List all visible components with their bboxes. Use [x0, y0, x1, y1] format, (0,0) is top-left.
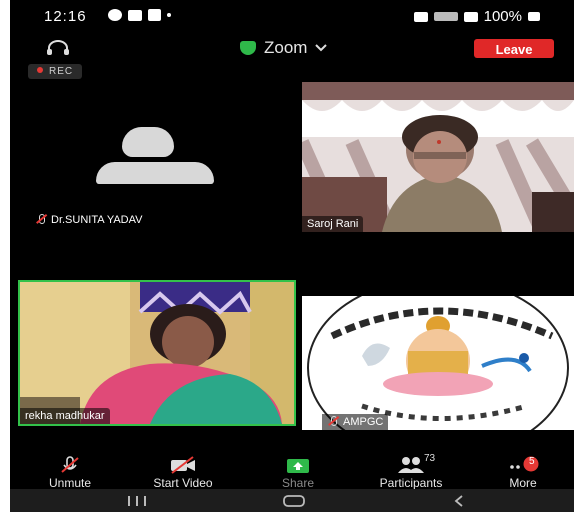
share-label: Share: [281, 476, 315, 490]
mic-muted-icon: [327, 416, 339, 426]
participant-tile[interactable]: AMPGC: [302, 296, 574, 430]
recording-label: REC: [49, 66, 74, 77]
more-icon: 5: [482, 455, 564, 475]
participant-name: Dr.SUNITA YADAV: [51, 214, 143, 226]
start-video-button[interactable]: Start Video: [138, 455, 228, 490]
more-label: More: [509, 476, 537, 490]
participants-button[interactable]: 73 Participants: [366, 453, 456, 490]
home-icon[interactable]: [282, 494, 306, 508]
start-video-label: Start Video: [153, 476, 213, 490]
mic-off-icon: [25, 455, 115, 475]
meeting-title-text: Zoom: [264, 38, 308, 57]
participant-name-label: Dr.SUNITA YADAV: [30, 212, 148, 228]
chevron-down-icon: [315, 44, 328, 52]
notification-icons: [108, 9, 171, 21]
message-icon: [128, 9, 142, 21]
active-speaker-tile[interactable]: rekha madhukar: [18, 280, 296, 426]
participant-tile[interactable]: Dr.SUNITA YADAV: [10, 82, 300, 232]
battery-icon: [528, 12, 540, 21]
recent-apps-icon[interactable]: [126, 495, 148, 507]
meeting-toolbar: Unmute Start Video Share 73 Participants: [10, 453, 574, 490]
unmute-button[interactable]: Unmute: [25, 455, 115, 490]
signal-icon: [413, 11, 428, 22]
more-badge: 5: [529, 456, 535, 467]
cellular-icon: [463, 11, 478, 22]
video-feed: [20, 282, 294, 424]
battery-percent: 100%: [483, 8, 522, 25]
share-button[interactable]: Share: [253, 455, 343, 490]
leave-button[interactable]: Leave: [474, 39, 554, 58]
zoom-meeting-screen: 12:16 100% Zoom Leave REC Dr.SUNITA YADA…: [10, 0, 574, 512]
college-logo: [302, 296, 574, 430]
facebook-icon: [148, 9, 161, 21]
status-time: 12:16: [44, 8, 87, 25]
shield-icon: [240, 41, 256, 55]
unmute-label: Unmute: [48, 476, 92, 490]
recording-dot-icon: [37, 67, 43, 73]
meeting-title[interactable]: Zoom: [240, 38, 328, 58]
video-feed: [302, 82, 574, 232]
android-nav-bar: [10, 489, 574, 512]
participant-tile[interactable]: Saroj Rani: [302, 82, 574, 232]
participant-name-label: AMPGC: [322, 414, 389, 430]
participants-icon: 73: [366, 453, 456, 475]
status-right: 100%: [413, 8, 540, 25]
participants-count: 73: [424, 453, 436, 464]
network-speed-icon: [433, 12, 458, 21]
video-off-icon: [138, 455, 228, 475]
more-notifications-icon: [167, 13, 171, 17]
participant-name: AMPGC: [343, 416, 384, 428]
participant-name-label: Saroj Rani: [302, 216, 364, 232]
avatar-body: [96, 162, 214, 184]
participants-label: Participants: [379, 476, 443, 490]
mic-muted-icon: [35, 214, 47, 224]
headphones-icon[interactable]: [46, 39, 70, 55]
more-button[interactable]: 5 More: [482, 455, 564, 490]
share-icon: [253, 455, 343, 475]
avatar-icon: [122, 127, 174, 157]
meeting-topbar: Zoom Leave: [10, 36, 574, 62]
whatsapp-icon: [108, 9, 122, 21]
status-bar: 12:16 100%: [44, 8, 540, 26]
participant-name-label: rekha madhukar: [20, 408, 110, 424]
back-icon[interactable]: [452, 494, 466, 508]
recording-badge: REC: [28, 64, 83, 79]
